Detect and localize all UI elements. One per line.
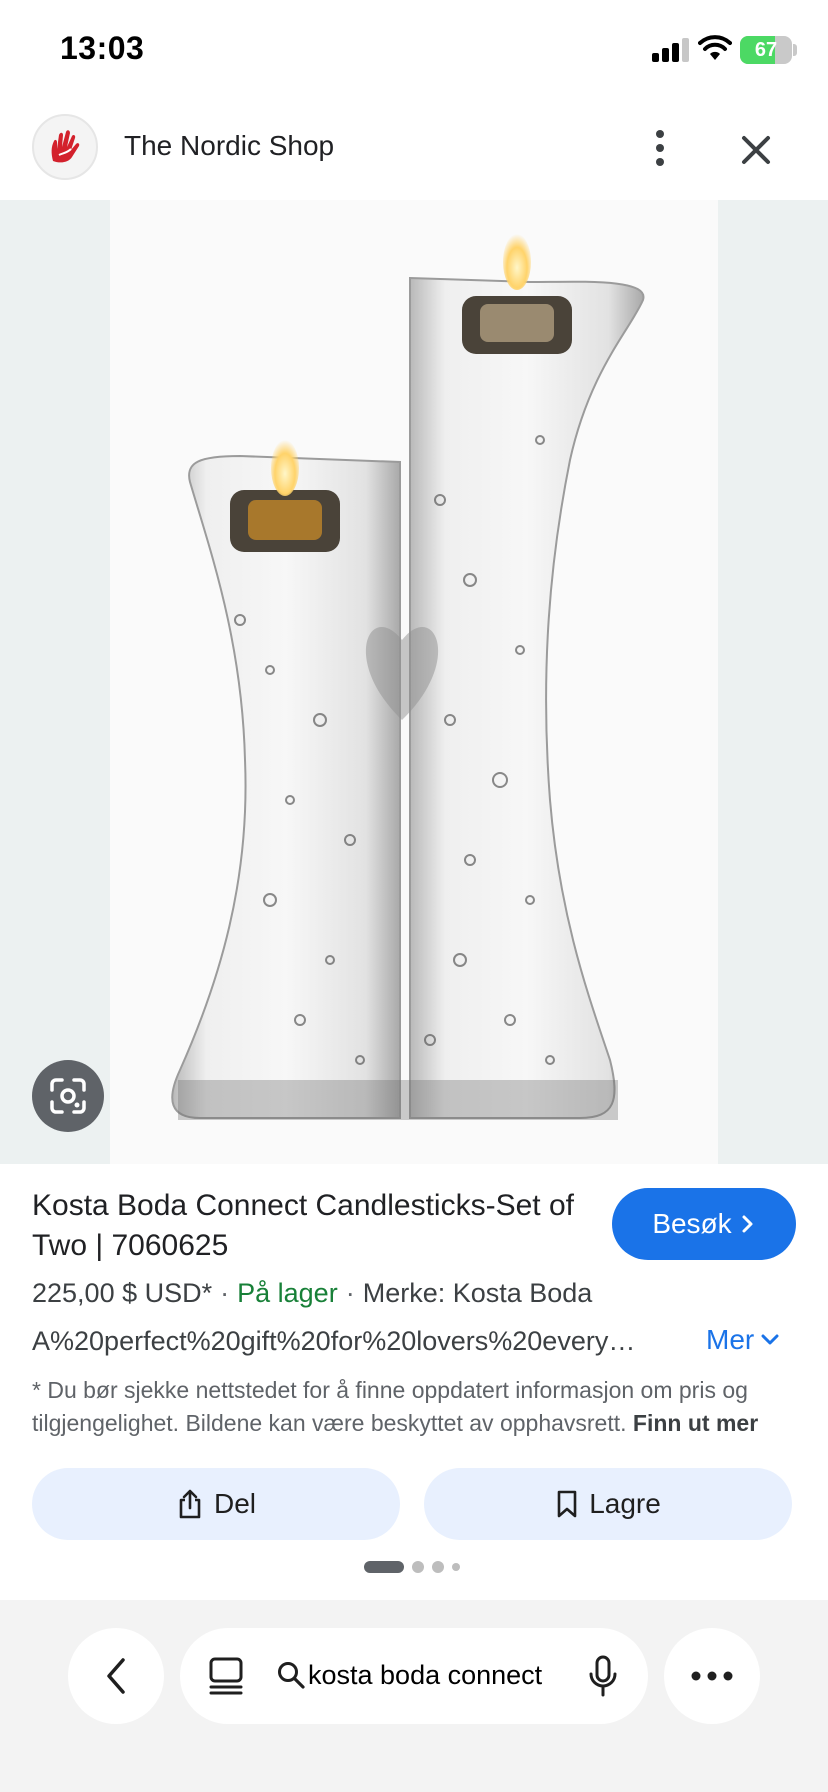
separator-dot: · xyxy=(220,1278,230,1308)
search-query[interactable]: kosta boda connect xyxy=(308,1660,542,1691)
product-photo xyxy=(110,200,718,1164)
microphone-icon[interactable] xyxy=(588,1654,618,1698)
site-name[interactable]: The Nordic Shop xyxy=(124,130,334,162)
close-icon[interactable] xyxy=(734,128,778,172)
chevron-right-icon xyxy=(742,1215,753,1233)
price: 225,00 $ USD* xyxy=(32,1278,213,1308)
product-description: A%20perfect%20gift%20for%20lovers%20ever… xyxy=(32,1326,636,1356)
browser-toolbar: kosta boda connect xyxy=(0,1600,828,1792)
separator-dot: · xyxy=(345,1278,355,1308)
battery-percent: 67 xyxy=(754,39,778,61)
address-bar[interactable]: kosta boda connect xyxy=(180,1628,648,1724)
battery-tip xyxy=(793,44,797,56)
product-title[interactable]: Kosta Boda Connect Candlesticks-Set of T… xyxy=(32,1186,592,1266)
availability: På lager xyxy=(237,1278,338,1308)
chevron-down-icon xyxy=(761,1334,779,1345)
image-pager xyxy=(364,1560,460,1574)
pager-dot[interactable] xyxy=(452,1563,460,1571)
more-vert-icon[interactable] xyxy=(644,118,676,178)
brand: Merke: Kosta Boda xyxy=(362,1278,593,1308)
battery-indicator: 67 xyxy=(740,36,792,64)
save-button[interactable]: Lagre xyxy=(424,1468,792,1540)
disclaimer: * Du bør sjekke nettstedet for å finne o… xyxy=(32,1374,802,1440)
status-bar: 13:03 67 xyxy=(0,0,828,100)
share-icon xyxy=(179,1489,201,1519)
back-button[interactable] xyxy=(68,1628,164,1724)
tabs-icon[interactable] xyxy=(208,1656,244,1696)
search-icon xyxy=(278,1662,305,1689)
candlesticks-illustration xyxy=(171,234,645,1120)
bookmark-icon xyxy=(557,1490,577,1518)
more-label: Mer xyxy=(706,1324,755,1355)
visit-button[interactable]: Besøk xyxy=(612,1188,796,1260)
source-header: The Nordic Shop xyxy=(0,100,828,200)
save-label: Lagre xyxy=(589,1488,661,1519)
share-button[interactable]: Del xyxy=(32,1468,400,1540)
learn-more-link[interactable]: Finn ut mer xyxy=(633,1410,758,1436)
red-hand-logo-icon[interactable] xyxy=(32,114,98,180)
wifi-icon xyxy=(698,35,732,60)
product-meta: 225,00 $ USD* · På lager · Merke: Kosta Boda xyxy=(32,1278,592,1309)
pager-dot-active[interactable] xyxy=(364,1561,404,1573)
visit-button-label: Besøk xyxy=(652,1208,732,1239)
more-horiz-icon[interactable] xyxy=(664,1628,760,1724)
cellular-signal-icon xyxy=(652,38,690,62)
more-button[interactable]: Mer xyxy=(706,1324,780,1356)
google-lens-icon[interactable] xyxy=(32,1060,104,1132)
pager-dot[interactable] xyxy=(412,1561,424,1573)
share-label: Del xyxy=(213,1488,256,1519)
status-time: 13:03 xyxy=(60,30,145,66)
pager-dot[interactable] xyxy=(432,1561,444,1573)
product-image[interactable] xyxy=(0,200,828,1164)
chevron-left-icon xyxy=(107,1658,125,1694)
